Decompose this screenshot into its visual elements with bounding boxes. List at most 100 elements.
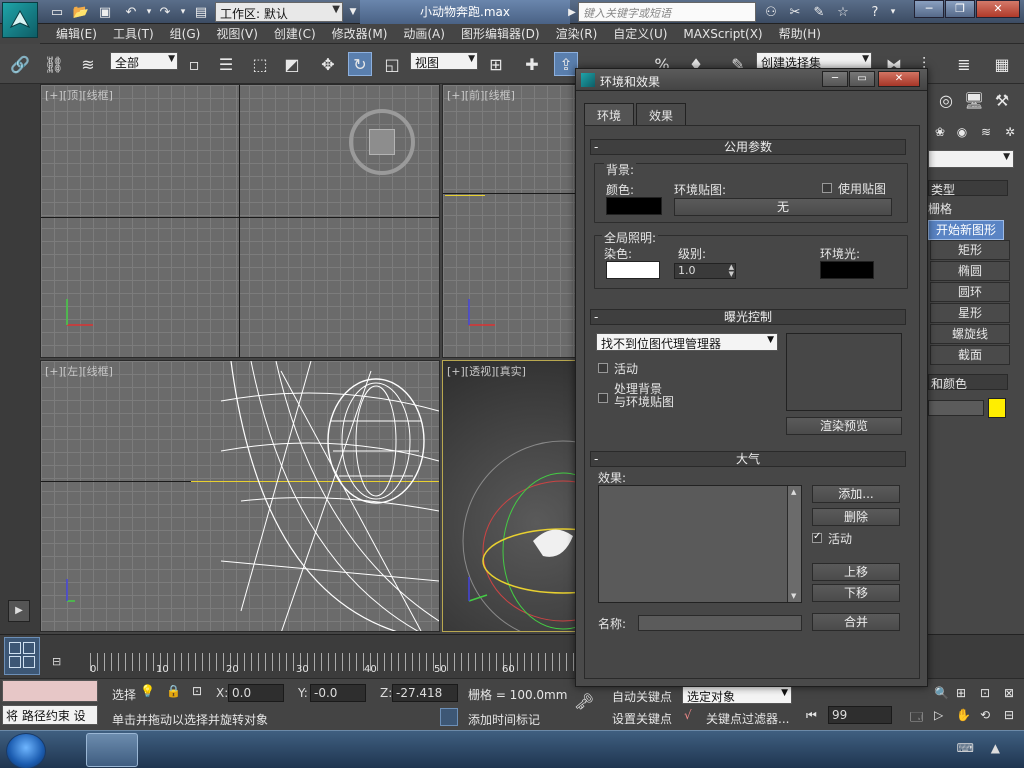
new-file-icon[interactable]: ▭ bbox=[48, 3, 66, 21]
z-coord-input[interactable]: -27.418 bbox=[392, 684, 458, 702]
rect-selection-icon[interactable]: ⬚ bbox=[248, 52, 272, 76]
hammer-icon[interactable]: ⚒ bbox=[990, 88, 1014, 112]
absolute-mode-icon[interactable]: ⊡ bbox=[192, 684, 202, 698]
menu-help[interactable]: 帮助(H) bbox=[771, 25, 829, 42]
pivot-center-icon[interactable]: ⊞ bbox=[484, 52, 508, 76]
zoom-extents-all-icon[interactable]: ⊠ bbox=[1004, 686, 1014, 700]
use-map-checkbox[interactable] bbox=[822, 183, 832, 193]
layer-manager-icon[interactable]: ≣ bbox=[952, 52, 976, 76]
reference-coord-select[interactable]: 视图 ▼ bbox=[410, 52, 478, 70]
help-dropdown-icon[interactable]: ▾ bbox=[884, 3, 902, 21]
curve-editor-icon[interactable]: ⊟ bbox=[52, 655, 72, 671]
orbit-icon[interactable]: ⟲ bbox=[980, 708, 990, 722]
redo-icon[interactable]: ↷ bbox=[156, 3, 174, 21]
move-icon[interactable]: ✥ bbox=[316, 52, 340, 76]
spacewarps-icon[interactable]: ≋ bbox=[974, 120, 998, 144]
bind-spacewarp-icon[interactable]: ≋ bbox=[76, 52, 100, 76]
pan-icon[interactable]: ✋ bbox=[956, 708, 971, 722]
name-color-header[interactable]: 和颜色 bbox=[928, 374, 1008, 391]
selection-filter-select[interactable]: 全部 ▼ bbox=[110, 52, 178, 70]
manipulate-icon[interactable]: ✚ bbox=[520, 52, 544, 76]
render-preview-button[interactable]: 渲染预览 bbox=[786, 417, 902, 435]
window-crossing-icon[interactable]: ◩ bbox=[280, 52, 304, 76]
exposure-active-checkbox[interactable] bbox=[598, 363, 608, 373]
key-filters-icon[interactable]: √ bbox=[684, 708, 692, 722]
dialog-close-button[interactable]: ✕ bbox=[878, 71, 920, 87]
merge-button[interactable]: 合并 bbox=[812, 613, 900, 631]
select-by-name-icon[interactable]: ☰ bbox=[214, 52, 238, 76]
search-input[interactable]: 键入关键字或短语 bbox=[578, 2, 756, 22]
move-down-button[interactable]: 下移 bbox=[812, 584, 900, 602]
redo-dropdown-icon[interactable]: ▾ bbox=[174, 3, 192, 21]
dialog-maximize-button[interactable]: ▭ bbox=[849, 71, 875, 87]
open-file-icon[interactable]: 📂 bbox=[72, 3, 90, 21]
save-icon[interactable]: ▣ bbox=[96, 3, 114, 21]
add-effect-button[interactable]: 添加... bbox=[812, 485, 900, 503]
project-folder-icon[interactable]: ▤ bbox=[192, 3, 210, 21]
restore-button[interactable]: ❐ bbox=[945, 0, 975, 18]
menu-view[interactable]: 视图(V) bbox=[208, 25, 266, 42]
viewport-label[interactable]: [+][左][线框] bbox=[45, 363, 113, 379]
helix-button[interactable]: 螺旋线 bbox=[930, 324, 1010, 344]
zoom-icon[interactable]: 🔍 bbox=[934, 686, 949, 700]
binoculars-icon[interactable]: ⚇ bbox=[762, 3, 780, 21]
ambient-color-swatch[interactable] bbox=[820, 261, 874, 279]
atmosphere-effects-list[interactable]: ▲ ▼ bbox=[598, 485, 802, 603]
zoom-extents-icon[interactable]: ⊡ bbox=[980, 686, 990, 700]
start-new-shape-button[interactable]: 开始新图形 bbox=[928, 220, 1004, 240]
viewport-left[interactable]: [+][左][线框] bbox=[40, 360, 440, 632]
link-icon[interactable]: 🔗 bbox=[8, 52, 32, 76]
rotate-icon[interactable]: ↻ bbox=[348, 52, 372, 76]
maximize-viewport-icon[interactable]: ⊟ bbox=[1004, 708, 1014, 722]
tint-color-swatch[interactable] bbox=[606, 261, 660, 279]
utilities-panel-icon[interactable]: 🖥 bbox=[962, 88, 986, 112]
fov-icon[interactable]: ▷ bbox=[934, 708, 943, 722]
expand-viewport-icon[interactable]: ▶ bbox=[8, 600, 30, 622]
select-object-icon[interactable]: ▫ bbox=[182, 52, 206, 76]
object-name-field[interactable] bbox=[928, 400, 984, 416]
current-frame-input[interactable]: 99 bbox=[828, 706, 892, 724]
exposure-header[interactable]: - 曝光控制 bbox=[590, 309, 906, 325]
effects-list-scrollbar[interactable]: ▲ ▼ bbox=[787, 486, 801, 602]
rectangle-button[interactable]: 矩形 bbox=[930, 240, 1010, 260]
close-button[interactable]: ✕ bbox=[976, 0, 1020, 18]
donut-button[interactable]: 圆环 bbox=[930, 282, 1010, 302]
key-icon[interactable]: 🗝 bbox=[574, 692, 594, 711]
menu-graph-editors[interactable]: 图形编辑器(D) bbox=[453, 25, 548, 42]
auto-key-button[interactable]: 自动关键点 bbox=[612, 688, 672, 705]
menu-create[interactable]: 创建(C) bbox=[266, 25, 324, 42]
go-to-start-icon[interactable]: ⏮ bbox=[806, 708, 817, 723]
subscription-icon[interactable]: ✂ bbox=[786, 3, 804, 21]
communication-icon[interactable]: ✎ bbox=[810, 3, 828, 21]
tab-effects[interactable]: 效果 bbox=[636, 103, 687, 125]
menu-group[interactable]: 组(G) bbox=[162, 25, 209, 42]
display-panel-icon[interactable]: ◎ bbox=[934, 88, 958, 112]
object-type-header[interactable]: 类型 bbox=[928, 180, 1008, 197]
viewport-front[interactable]: [+][前][线框] bbox=[442, 84, 578, 358]
env-map-none-button[interactable]: 无 bbox=[674, 198, 892, 216]
lights-icon[interactable]: ❀ bbox=[928, 120, 952, 144]
viewport-top[interactable]: [+][顶][线框] bbox=[40, 84, 440, 358]
viewport-label[interactable]: [+][透视][真实] bbox=[447, 363, 526, 379]
viewport-label[interactable]: [+][顶][线框] bbox=[45, 87, 113, 103]
graphite-toolbar-icon[interactable]: ▦ bbox=[990, 52, 1014, 76]
set-key-button[interactable]: 设置关键点 bbox=[612, 710, 672, 727]
time-tag-icon[interactable] bbox=[440, 708, 458, 726]
y-coord-input[interactable]: -0.0 bbox=[310, 684, 366, 702]
atmosphere-header[interactable]: - 大气 bbox=[590, 451, 906, 467]
menu-animation[interactable]: 动画(A) bbox=[395, 25, 453, 42]
delete-effect-button[interactable]: 删除 bbox=[812, 508, 900, 526]
move-up-button[interactable]: 上移 bbox=[812, 563, 900, 581]
star-button[interactable]: 星形 bbox=[930, 303, 1010, 323]
level-spinner[interactable]: 1.0 ▲ ▼ bbox=[674, 263, 736, 279]
menu-maxscript[interactable]: MAXScript(X) bbox=[675, 27, 770, 41]
menu-modifiers[interactable]: 修改器(M) bbox=[324, 25, 396, 42]
taskbar-3dsmax-button[interactable] bbox=[86, 733, 138, 767]
keyboard-icon[interactable]: ⌨ bbox=[957, 741, 974, 755]
viewport-label[interactable]: [+][前][线框] bbox=[447, 87, 515, 103]
menu-edit[interactable]: 编辑(E) bbox=[48, 25, 105, 42]
process-background-checkbox[interactable] bbox=[598, 393, 608, 403]
scroll-up-icon[interactable]: ▲ bbox=[791, 488, 796, 496]
maxscript-line[interactable]: 将 路径约束 设 bbox=[2, 705, 98, 725]
notification-icon[interactable]: ▲ bbox=[991, 741, 1000, 755]
